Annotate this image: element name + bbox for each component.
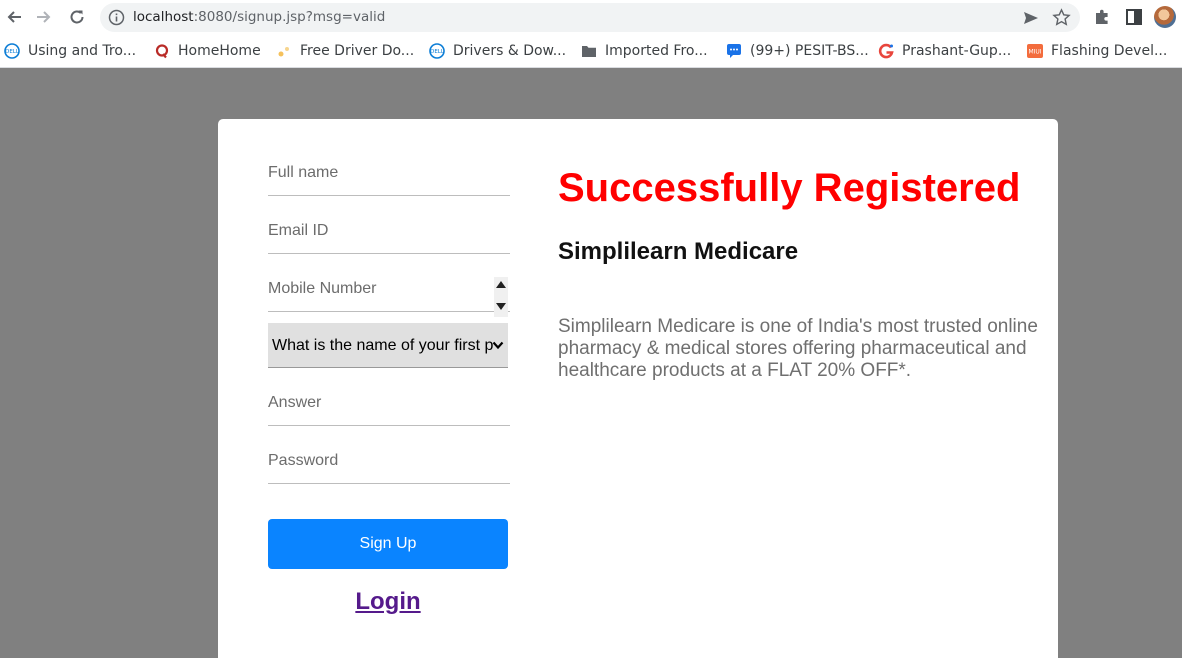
side-panel-icon <box>1126 9 1142 25</box>
bookmark-label: Free Driver Do... <box>300 43 415 59</box>
puzzle-icon <box>1096 9 1108 24</box>
email-input[interactable] <box>268 207 510 253</box>
url-path: :8080/signup.jsp?msg=valid <box>193 9 386 25</box>
extensions-button[interactable] <box>1092 7 1112 27</box>
svg-text:MIUI: MIUI <box>1028 49 1041 56</box>
url-host: localhost <box>133 9 194 25</box>
bookmark-label: Imported Fro... <box>605 43 708 59</box>
side-panel-button[interactable] <box>1124 7 1144 27</box>
info-panel: Successfully Registered Simplilearn Medi… <box>558 164 1038 382</box>
reload-icon <box>70 10 84 24</box>
fullname-input[interactable] <box>268 149 510 195</box>
email-field <box>268 207 510 254</box>
driver-icon <box>276 43 292 59</box>
fullname-field <box>268 149 510 196</box>
bookmark-label: (99+) PESIT-BS... <box>750 43 869 59</box>
miui-icon: MIUI <box>1027 43 1043 59</box>
brand-description: Simplilearn Medicare is one of India's m… <box>558 316 1038 381</box>
chat-icon <box>726 43 742 59</box>
bookmark-item[interactable]: (99+) PESIT-BS... <box>726 41 869 61</box>
svg-text:DELL: DELL <box>5 49 20 55</box>
bookmarks-bar: DELL Using and Tro... HomeHome Free Driv… <box>0 35 1182 68</box>
password-input[interactable] <box>268 437 510 483</box>
info-icon[interactable] <box>108 9 125 26</box>
bookmark-label: Flashing Devel... <box>1051 43 1168 59</box>
dell-icon: DELL <box>4 43 20 59</box>
number-stepper[interactable] <box>494 277 508 317</box>
forward-button[interactable] <box>32 5 56 29</box>
g-icon <box>878 43 894 59</box>
bookmark-item[interactable]: Free Driver Do... <box>276 41 414 61</box>
stepper-up-icon[interactable] <box>496 281 506 288</box>
signup-button[interactable]: Sign Up <box>268 519 508 569</box>
bookmark-item[interactable]: DELL Using and Tro... <box>4 41 136 61</box>
mobile-input[interactable] <box>268 265 510 311</box>
bookmark-item[interactable]: DELL Drivers & Dow... <box>429 41 566 61</box>
bookmark-label: Drivers & Dow... <box>453 43 567 59</box>
back-button[interactable] <box>2 5 26 29</box>
security-question-select[interactable]: What is the name of your first pet? <box>268 323 508 368</box>
bookmark-item[interactable]: MIUI Flashing Devel... <box>1027 41 1167 61</box>
url-text[interactable]: localhost:8080/signup.jsp?msg=valid <box>133 9 385 25</box>
password-field <box>268 437 510 484</box>
bookmark-label: HomeHome <box>178 43 261 59</box>
browser-toolbar: localhost:8080/signup.jsp?msg=valid <box>0 0 1182 35</box>
bookmark-star-icon[interactable] <box>1052 8 1071 27</box>
security-question-value: What is the name of your first pet? <box>272 337 494 354</box>
bookmark-label: Prashant-Gup... <box>902 43 1012 59</box>
send-icon[interactable] <box>1022 9 1040 27</box>
profile-avatar[interactable] <box>1154 6 1176 28</box>
bookmark-label: Using and Tro... <box>28 43 137 59</box>
status-message: Successfully Registered <box>558 166 1021 210</box>
bookmark-item[interactable]: Imported Fro... <box>581 41 708 61</box>
answer-input[interactable] <box>268 379 510 425</box>
forward-arrow-icon <box>37 11 51 23</box>
folder-icon <box>581 43 597 59</box>
answer-field <box>268 379 510 426</box>
reload-button[interactable] <box>65 5 89 29</box>
signup-card: What is the name of your first pet? Sign… <box>218 119 1058 658</box>
login-link[interactable]: Login <box>268 588 508 616</box>
svg-text:DELL: DELL <box>430 49 445 55</box>
address-bar[interactable]: localhost:8080/signup.jsp?msg=valid <box>100 3 1080 32</box>
signup-form: What is the name of your first pet? <box>268 149 510 495</box>
dell-icon: DELL <box>429 43 445 59</box>
bookmark-item[interactable]: Prashant-Gup... <box>878 41 1011 61</box>
back-arrow-icon <box>7 11 21 23</box>
quora-icon <box>154 43 170 59</box>
brand-title: Simplilearn Medicare <box>558 238 799 265</box>
chevron-down-icon <box>492 341 504 350</box>
mobile-field <box>268 265 510 317</box>
bookmark-item[interactable]: HomeHome <box>154 41 261 61</box>
stepper-down-icon[interactable] <box>496 303 506 310</box>
